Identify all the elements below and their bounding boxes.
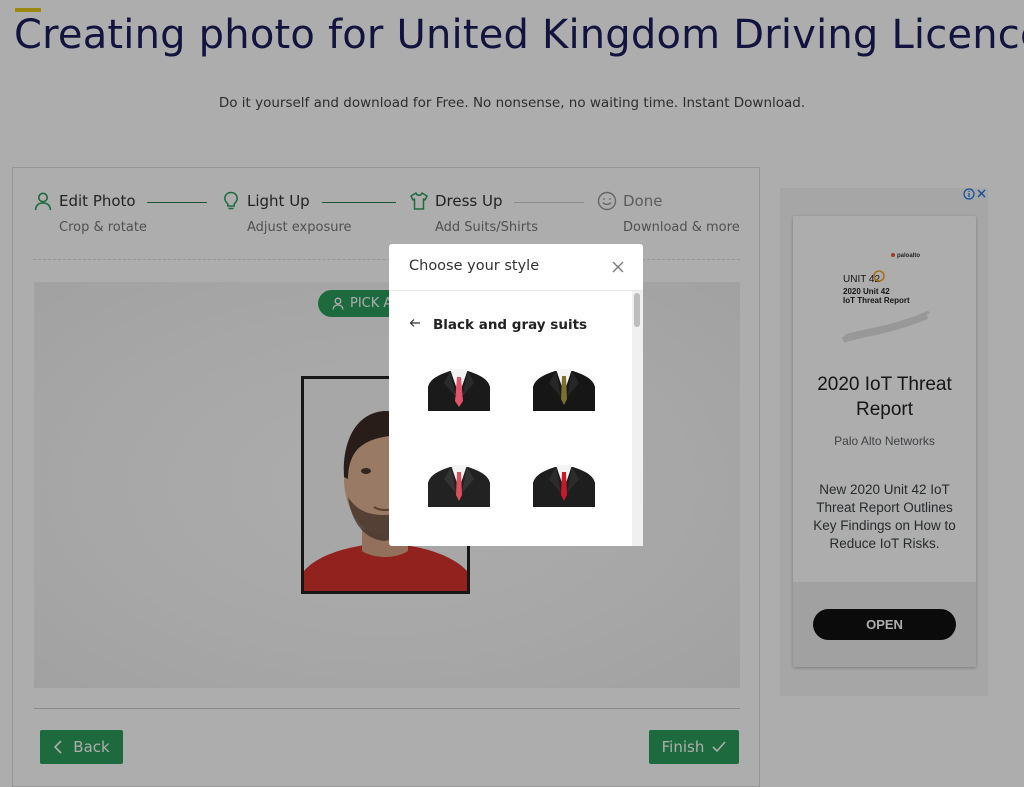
modal-scroll-thumb[interactable] — [634, 293, 640, 327]
style-picker-modal: Choose your style Black and gray suits — [389, 244, 643, 546]
suit-option-4[interactable] — [533, 463, 595, 507]
modal-title: Choose your style — [409, 258, 540, 274]
modal-scrollbar[interactable] — [632, 291, 643, 546]
suit-option-2[interactable] — [533, 367, 595, 411]
modal-header: Choose your style — [389, 244, 643, 291]
arrow-left-icon[interactable] — [409, 318, 421, 328]
suit-option-3[interactable] — [428, 463, 490, 507]
modal-body: Black and gray suits — [389, 291, 632, 546]
close-icon[interactable] — [611, 260, 625, 274]
category-title: Black and gray suits — [433, 317, 588, 333]
suit-option-1[interactable] — [428, 367, 490, 411]
